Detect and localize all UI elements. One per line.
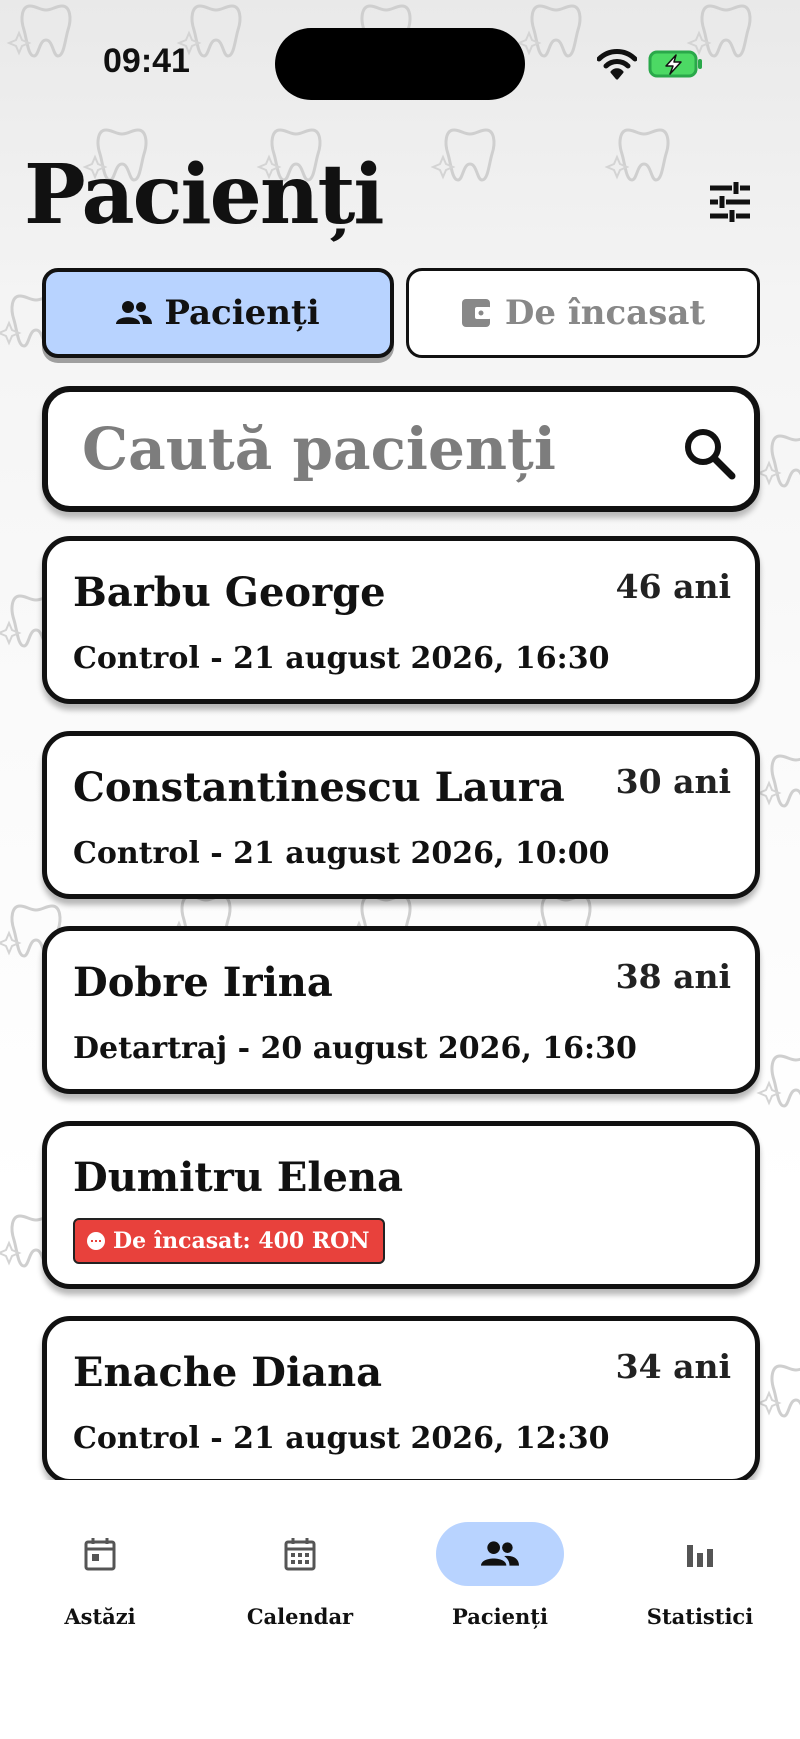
patient-card[interactable]: Dumitru Elena De încasat: 400 RON [42, 1121, 760, 1289]
patient-name: Dobre Irina [73, 959, 333, 1006]
people-icon [481, 1541, 519, 1566]
battery-charging-icon [648, 50, 702, 78]
patient-age: 38 ani [615, 957, 731, 996]
sliders-icon [710, 182, 750, 222]
tab-patients-label: Pacienți [164, 293, 320, 333]
dynamic-island [275, 28, 525, 100]
search-icon[interactable] [682, 426, 736, 480]
calendar-today-icon [84, 1538, 116, 1571]
patient-name: Enache Diana [73, 1349, 383, 1396]
nav-label: Astăzi [64, 1604, 136, 1629]
nav-icon-container [436, 1522, 564, 1586]
nav-label: Pacienți [452, 1604, 548, 1629]
tab-patients[interactable]: Pacienți [42, 268, 394, 358]
search-input[interactable] [82, 412, 642, 486]
patient-list: Barbu George 46 ani Control - 21 august … [0, 536, 800, 1480]
patient-card[interactable]: Barbu George 46 ani Control - 21 august … [42, 536, 760, 704]
patient-appointment: Control - 21 august 2026, 10:00 [73, 836, 610, 871]
patient-appointment: Detartraj - 20 august 2026, 16:30 [73, 1031, 637, 1066]
nav-item-patients[interactable]: Pacienți [400, 1522, 600, 1632]
patient-name: Dumitru Elena [73, 1154, 403, 1201]
tab-due-payments-label: De încasat [504, 293, 706, 333]
nav-icon-container [236, 1522, 364, 1586]
filter-button[interactable] [700, 172, 760, 232]
status-time: 09:41 [103, 42, 190, 80]
patient-card[interactable]: Constantinescu Laura 30 ani Control - 21… [42, 731, 760, 899]
nav-icon-container [636, 1522, 764, 1586]
wifi-icon [597, 49, 637, 80]
page-title: Pacienți [24, 147, 384, 243]
patient-appointment: Control - 21 august 2026, 16:30 [73, 641, 610, 676]
nav-label: Statistici [646, 1604, 754, 1629]
patient-name: Constantinescu Laura [73, 764, 565, 811]
search-box [42, 386, 760, 512]
wallet-icon [461, 299, 491, 327]
nav-item-calendar[interactable]: Calendar [200, 1522, 400, 1632]
patient-card[interactable]: Dobre Irina 38 ani Detartraj - 20 august… [42, 926, 760, 1094]
people-icon [116, 301, 153, 324]
patient-age: 34 ani [615, 1347, 731, 1386]
nav-item-statistics[interactable]: Statistici [600, 1522, 800, 1632]
nav-item-today[interactable]: Astăzi [0, 1522, 200, 1632]
pending-icon [87, 1232, 105, 1250]
due-payment-badge: De încasat: 400 RON [73, 1218, 386, 1264]
patient-age: 30 ani [615, 762, 731, 801]
nav-label: Calendar [246, 1604, 354, 1629]
tab-due-payments[interactable]: De încasat [406, 268, 760, 358]
status-bar: 09:41 [0, 0, 800, 120]
bar-chart-icon [687, 1545, 713, 1567]
patient-card[interactable]: Enache Diana 34 ani Control - 21 august … [42, 1316, 760, 1480]
patient-name: Barbu George [73, 569, 386, 616]
bottom-nav: Astăzi Calendar Pacienți Statistici [0, 1480, 800, 1739]
patient-age: 46 ani [615, 567, 731, 606]
calendar-month-icon [284, 1538, 316, 1571]
due-payment-text: De încasat: 400 RON [113, 1228, 370, 1254]
nav-icon-container [36, 1522, 164, 1586]
patient-appointment: Control - 21 august 2026, 12:30 [73, 1421, 610, 1456]
